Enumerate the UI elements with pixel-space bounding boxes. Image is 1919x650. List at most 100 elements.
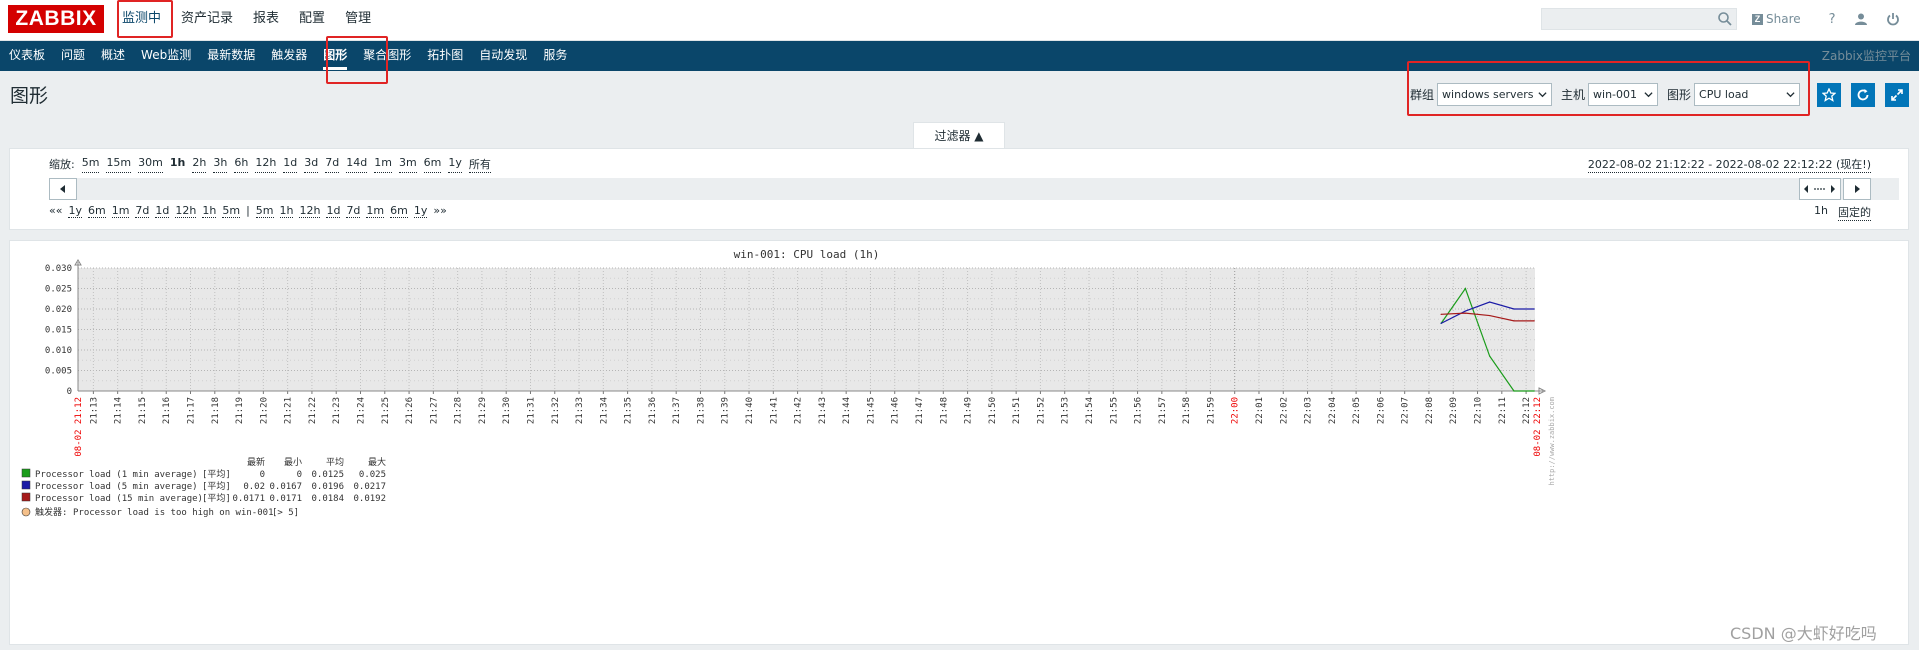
time-filter-panel: 缩放: 5m 15m 30m 1h 2h 3h 6h 12h 1d 3d 7d 14d 1m 3m 6m 1y… — [9, 148, 1909, 230]
graph-select[interactable]: CPU load — [1694, 83, 1801, 106]
shift-option[interactable]: 1m — [111, 204, 130, 218]
series-point — [1513, 308, 1515, 310]
zoom-option[interactable]: 30m — [138, 156, 163, 173]
x-tick-label: 21:45 — [866, 397, 876, 424]
zoom-option[interactable]: 所有 — [468, 156, 491, 173]
zoom-option[interactable]: 7d — [325, 156, 340, 173]
subnav-item[interactable]: 拓扑图 — [419, 41, 471, 71]
fullscreen-button[interactable] — [1885, 83, 1909, 107]
x-tick-label: 22:12 — [1522, 397, 1532, 424]
shift-option[interactable]: 12h — [299, 204, 321, 218]
search-icon[interactable] — [1717, 11, 1733, 27]
share-button[interactable]: Z Share — [1752, 12, 1801, 26]
top-menu-item[interactable]: 资产记录 — [171, 0, 243, 40]
shift-separator[interactable]: »» — [433, 204, 446, 218]
legend-avg: 0.0125 — [311, 470, 344, 480]
shift-option[interactable]: 5m — [255, 204, 274, 218]
x-tick-label: 21:33 — [575, 397, 585, 424]
shift-option[interactable]: 7d — [135, 204, 150, 218]
refresh-icon — [1857, 89, 1869, 101]
x-tick-label: 21:44 — [842, 397, 852, 424]
zoom-option[interactable]: 12h — [255, 156, 277, 173]
shift-option[interactable]: 7d — [346, 204, 361, 218]
user-profile-icon[interactable] — [1854, 12, 1868, 26]
x-tick-label: 21:20 — [259, 397, 269, 424]
subnav-item[interactable]: 概述 — [93, 41, 133, 71]
subnav-item[interactable]: 自动发现 — [471, 41, 535, 71]
x-tick-label: 21:46 — [891, 397, 901, 424]
zoom-option[interactable]: 1y — [448, 156, 462, 173]
shift-option[interactable]: 1h — [279, 204, 294, 218]
zoom-option[interactable]: 3m — [398, 156, 417, 173]
series-point — [1513, 390, 1515, 392]
subnav-item[interactable]: 问题 — [53, 41, 93, 71]
subnav-item[interactable]: 图形 — [315, 41, 355, 71]
x-tick-label: 21:54 — [1085, 397, 1095, 424]
shift-option[interactable]: 1y — [413, 204, 428, 218]
timeline-bar[interactable] — [49, 178, 1899, 200]
zoom-option[interactable]: 6m — [423, 156, 442, 173]
cpu-load-graph[interactable]: win-001: CPU load (1h)0.0300.0250.0200.0… — [10, 241, 1908, 644]
time-range-text[interactable]: 2022-08-02 21:12:22 - 2022-08-02 22:12:2… — [1587, 156, 1871, 173]
zoom-option[interactable]: 1d — [283, 156, 298, 173]
timeline-zoom-handle[interactable] — [1799, 178, 1841, 200]
timeline-back-button[interactable] — [49, 178, 77, 200]
subnav-item[interactable]: 聚合图形 — [355, 41, 419, 71]
zoom-option[interactable]: 3d — [304, 156, 319, 173]
zabbix-logo[interactable]: ZABBIX — [8, 5, 104, 33]
x-tick-label: 21:59 — [1206, 397, 1216, 424]
star-icon — [1822, 88, 1836, 102]
legend-max: 0.025 — [359, 470, 386, 480]
shift-separator[interactable]: «« — [49, 204, 62, 218]
zoom-option[interactable]: 3h — [213, 156, 228, 173]
legend-avg: 0.0184 — [311, 494, 344, 504]
shift-option[interactable]: 1d — [326, 204, 341, 218]
fixed-toggle[interactable]: 固定的 — [1838, 204, 1871, 221]
timeline-forward-button[interactable] — [1843, 178, 1871, 200]
shift-option[interactable]: 1h — [202, 204, 217, 218]
subnav-item[interactable]: 触发器 — [263, 41, 315, 71]
help-button[interactable]: ? — [1829, 12, 1836, 27]
filter-toggle-tab[interactable]: 过滤器 ▲ — [913, 122, 1005, 148]
subnav-item[interactable]: 服务 — [535, 41, 575, 71]
zoom-option[interactable]: 15m — [106, 156, 132, 173]
top-menu-item[interactable]: 监测中 — [112, 0, 171, 40]
shift-option[interactable]: 12h — [175, 204, 197, 218]
x-tick-label: 21:15 — [138, 397, 148, 424]
subnav-item[interactable]: 仪表板 — [1, 41, 53, 71]
shift-option[interactable]: 5m — [222, 204, 241, 218]
chevron-down-icon — [1786, 92, 1795, 98]
shift-option[interactable]: 1d — [155, 204, 170, 218]
top-tools: Z Share ? — [1752, 8, 1900, 30]
x-tick-label: 21:36 — [648, 397, 658, 424]
subnav-item[interactable]: 最新数据 — [199, 41, 263, 71]
shift-option[interactable]: 6m — [87, 204, 106, 218]
series-point — [1440, 322, 1442, 324]
zoom-option[interactable]: 1m — [374, 156, 392, 173]
host-select[interactable]: win-001 — [1588, 83, 1659, 106]
zoom-option[interactable]: 6h — [234, 156, 249, 173]
top-menu-item[interactable]: 配置 — [289, 0, 335, 40]
add-favourite-button[interactable] — [1817, 83, 1841, 107]
shift-option[interactable]: 6m — [390, 204, 408, 218]
search-input[interactable] — [1541, 8, 1737, 30]
top-menu-item[interactable]: 管理 — [335, 0, 381, 40]
zoom-row: 缩放: 5m 15m 30m 1h 2h 3h 6h 12h 1d 3d 7d 14d 1m 3m 6m 1y… — [49, 156, 491, 173]
group-label: 群组 — [1410, 88, 1435, 102]
zoom-option[interactable]: 14d — [346, 156, 368, 173]
x-tick-label: 21:19 — [235, 397, 245, 424]
top-menu-item[interactable]: 报表 — [243, 0, 289, 40]
legend-max: 0.0217 — [353, 482, 386, 492]
zoom-option[interactable]: 1h — [170, 156, 186, 173]
shift-option[interactable]: 1m — [366, 204, 385, 218]
x-tick-label: 21:32 — [551, 397, 561, 424]
shift-option[interactable]: 1y — [68, 204, 82, 218]
sign-out-icon[interactable] — [1886, 12, 1900, 26]
zoom-option[interactable]: 5m — [81, 156, 100, 173]
refresh-button[interactable] — [1851, 83, 1875, 107]
zoom-option[interactable]: 2h — [192, 156, 207, 173]
subnav-item[interactable]: Web监测 — [133, 41, 199, 71]
page-title: 图形 — [10, 85, 49, 107]
y-tick-label: 0 — [67, 387, 72, 397]
group-select[interactable]: windows servers — [1437, 83, 1553, 106]
